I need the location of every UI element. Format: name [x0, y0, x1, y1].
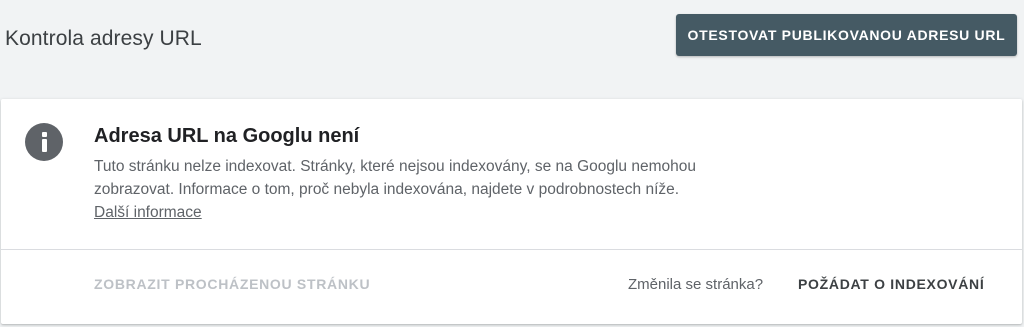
info-icon-bar [42, 139, 47, 152]
learn-more-link[interactable]: Další informace [94, 201, 202, 224]
info-icon [25, 123, 63, 161]
card-description: Tuto stránku nelze indexovat. Stránky, k… [94, 158, 696, 198]
url-status-card: Adresa URL na Googlu není Tuto stránku n… [1, 99, 1022, 324]
info-icon-dot [42, 132, 47, 137]
page-title: Kontrola adresy URL [5, 27, 202, 50]
test-live-url-button[interactable]: OTESTOVAT PUBLIKOVANOU ADRESU URL [676, 14, 1017, 56]
view-crawled-page-button[interactable]: ZOBRAZIT PROCHÁZENOU STRÁNKU [94, 276, 370, 292]
url-inspection-page: Kontrola adresy URL OTESTOVAT PUBLIKOVAN… [0, 0, 1024, 327]
card-divider [1, 249, 1022, 250]
request-indexing-button[interactable]: POŽÁDAT O INDEXOVÁNÍ [798, 276, 984, 292]
page-changed-text: Změnila se stránka? [628, 276, 764, 293]
card-title: Adresa URL na Googlu není [94, 125, 360, 147]
